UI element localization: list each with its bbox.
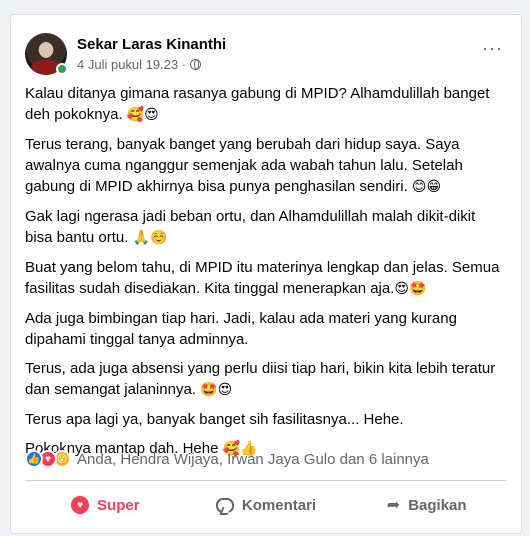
- globe-icon[interactable]: [190, 59, 202, 70]
- comment-label: Komentari: [241, 496, 317, 514]
- love-reaction-icon: ♥: [71, 496, 90, 514]
- super-label: Super: [97, 496, 140, 514]
- emoji: 😊😁: [411, 179, 442, 195]
- post-card: Sekar Laras Kinanthi 4 Juli pukul 19.23 …: [10, 14, 522, 534]
- post-meta: 4 Juli pukul 19.23 ·: [77, 57, 202, 72]
- share-icon: ➦: [386, 497, 401, 514]
- post-timestamp[interactable]: 4 Juli pukul 19.23 ·: [77, 57, 186, 72]
- post-header: Sekar Laras Kinanthi 4 Juli pukul 19.23 …: [25, 33, 507, 77]
- reactions-text[interactable]: Anda, Hendra Wijaya, Irwan Jaya Gulo dan…: [77, 451, 429, 468]
- emoji: 🙏☺️: [132, 230, 168, 246]
- emoji: 🤩😍: [200, 382, 233, 398]
- emoji: 😍🤩: [394, 281, 427, 297]
- post-paragraph: Buat yang belom tahu, di MPID itu materi…: [25, 259, 500, 297]
- post-paragraph: Terus terang, banyak banget yang berubah…: [25, 136, 463, 195]
- more-options-icon[interactable]: ···: [482, 39, 503, 57]
- post-paragraph: Kalau ditanya gimana rasanya gabung di M…: [25, 85, 490, 123]
- comment-button[interactable]: Komentari: [186, 485, 347, 525]
- avatar-face: [39, 42, 53, 58]
- post-paragraph: Terus, ada juga absensi yang perlu diisi…: [25, 360, 496, 398]
- like-icon: 👍: [25, 450, 43, 468]
- super-button[interactable]: ♥ Super: [25, 485, 186, 525]
- reactions-summary[interactable]: 👍 ♥ 😮 Anda, Hendra Wijaya, Irwan Jaya Gu…: [25, 449, 429, 469]
- post-paragraph: Gak lagi ngerasa jadi beban ortu, dan Al…: [25, 208, 476, 246]
- emoji: 🥰😍: [126, 107, 159, 123]
- online-status-dot: [56, 63, 68, 75]
- post-body: Kalau ditanya gimana rasanya gabung di M…: [25, 83, 505, 468]
- author-name[interactable]: Sekar Laras Kinanthi: [77, 36, 226, 53]
- share-button[interactable]: ➦ Bagikan: [346, 485, 507, 525]
- comment-icon: [215, 497, 234, 513]
- post-paragraph: Ada juga bimbingan tiap hari. Jadi, kala…: [25, 310, 457, 348]
- divider: [25, 480, 507, 481]
- post-paragraph: Terus apa lagi ya, banyak banget sih fas…: [25, 411, 404, 428]
- share-label: Bagikan: [408, 496, 467, 514]
- action-bar: ♥ Super Komentari ➦ Bagikan: [25, 485, 507, 525]
